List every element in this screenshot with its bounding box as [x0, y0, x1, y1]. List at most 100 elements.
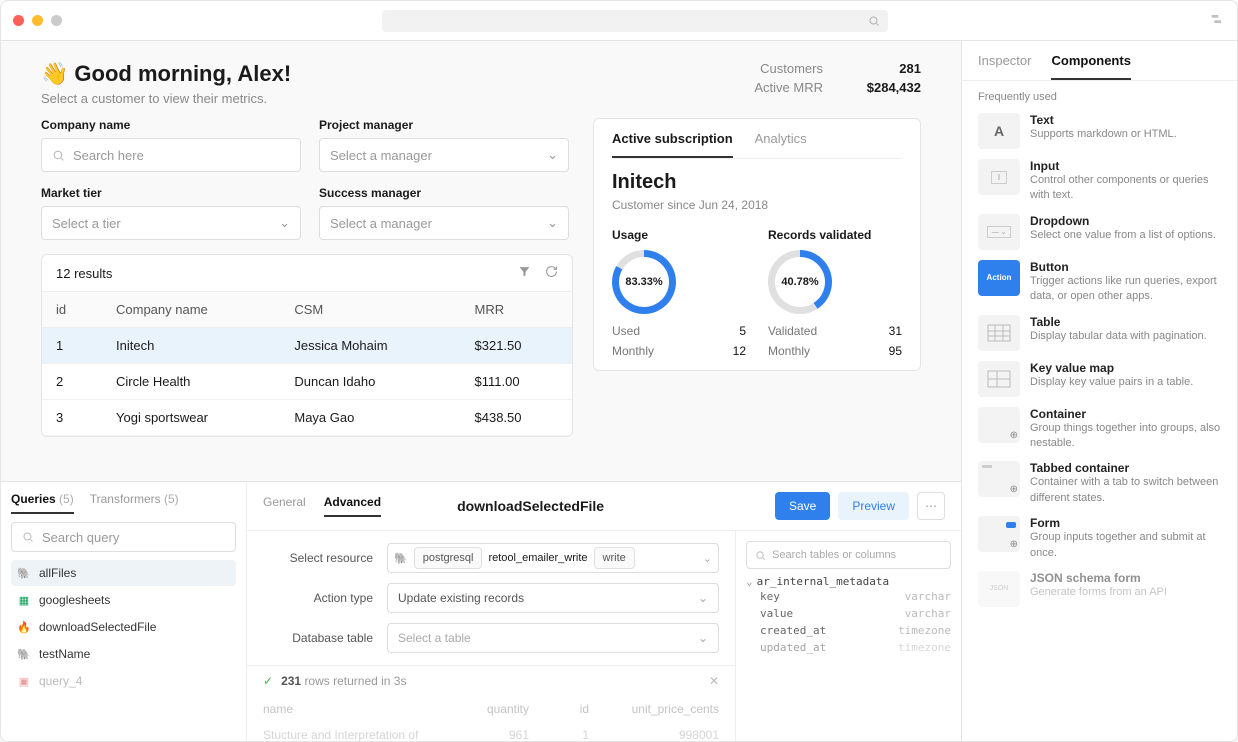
rcell-name: Stucture and Interpretation of Computer …	[263, 728, 449, 741]
component-input[interactable]: I InputControl other components or queri…	[978, 159, 1221, 204]
comp-desc: Select one value from a list of options.	[1030, 228, 1216, 243]
chevron-down-icon: ⌄	[698, 631, 708, 645]
customers-table: id Company name CSM MRR 1 Initech	[42, 292, 572, 436]
maximize-window[interactable]	[51, 15, 62, 26]
comp-desc: Group things together into groups, also …	[1030, 421, 1221, 452]
more-button[interactable]: ⋯	[917, 492, 945, 520]
tab-queries[interactable]: Queries (5)	[11, 492, 74, 514]
chevron-down-icon: ⌄	[547, 215, 558, 231]
table-row[interactable]: 2 Circle Health Duncan Idaho $111.00	[42, 364, 572, 400]
firebase-icon: 🔥	[17, 620, 31, 634]
records-donut: 40.78%	[768, 250, 832, 314]
schema-table-node[interactable]: ⌄ ar_internal_metadata	[746, 575, 951, 588]
filter-icon[interactable]	[518, 265, 531, 281]
filters: Company name Search here Market tier	[41, 118, 573, 240]
component-json-schema-form[interactable]: JSON JSON schema formGenerate forms from…	[978, 571, 1221, 607]
tab-general[interactable]: General	[263, 495, 306, 517]
table-row[interactable]: 1 Initech Jessica Mohaim $321.50	[42, 328, 572, 364]
resource-label: Select resource	[263, 551, 373, 565]
resource-select[interactable]: 🐘 postgresql retool_emailer_write write …	[387, 543, 719, 573]
pm-label: Project manager	[319, 118, 569, 132]
section-frequently-used: Frequently used	[962, 81, 1237, 113]
close-results-icon[interactable]: ✕	[709, 674, 719, 688]
validated-value: 31	[889, 324, 902, 338]
component-tabbed-container[interactable]: ⊕ Tabbed containerContainer with a tab t…	[978, 461, 1221, 506]
query-search-placeholder: Search query	[42, 530, 119, 545]
query-item-downloadselectedfile[interactable]: 🔥 downloadSelectedFile	[11, 614, 236, 640]
query-item-testname[interactable]: 🐘 testName	[11, 641, 236, 667]
global-search[interactable]	[382, 10, 888, 32]
project-manager-select[interactable]: Select a manager ⌄	[319, 138, 569, 172]
action-type-label: Action type	[263, 591, 373, 605]
query-item-label: allFiles	[39, 566, 76, 580]
save-button[interactable]: Save	[775, 492, 830, 520]
market-tier-select[interactable]: Select a tier ⌄	[41, 206, 301, 240]
company-name-label: Company name	[41, 118, 301, 132]
app-window: 👋 Good morning, Alex! Select a customer …	[0, 0, 1238, 742]
records-monthly-value: 95	[889, 344, 902, 358]
search-icon	[52, 149, 65, 162]
company-name-input[interactable]: Search here	[41, 138, 301, 172]
greeting-text: Good morning, Alex!	[74, 61, 291, 87]
tab-advanced[interactable]: Advanced	[324, 495, 381, 517]
component-form[interactable]: ⊕ FormGroup inputs together and submit a…	[978, 516, 1221, 561]
col-csm[interactable]: CSM	[280, 292, 460, 328]
tab-inspector[interactable]: Inspector	[978, 53, 1031, 80]
rcell-quantity: 961	[449, 728, 529, 741]
query-editor: General Advanced downloadSelectedFile Sa…	[247, 482, 961, 741]
component-text[interactable]: A TextSupports markdown or HTML.	[978, 113, 1221, 149]
input-icon: I	[978, 159, 1020, 195]
tab-analytics[interactable]: Analytics	[755, 131, 807, 158]
tab-components[interactable]: Components	[1051, 53, 1130, 80]
usage-gauge: Usage 83.33% Used5 Monthly12	[612, 228, 746, 358]
tabbed-container-icon: ⊕	[978, 461, 1020, 497]
schema-col[interactable]: keyvarchar	[746, 588, 951, 605]
schema-col[interactable]: valuevarchar	[746, 605, 951, 622]
query-item-allfiles[interactable]: 🐘 allFiles	[11, 560, 236, 586]
close-window[interactable]	[13, 15, 24, 26]
component-keyvalue[interactable]: Key value mapDisplay key value pairs in …	[978, 361, 1221, 397]
schema-search[interactable]: Search tables or columns	[746, 541, 951, 569]
chevron-down-icon: ⌄	[698, 591, 708, 605]
db-table-select[interactable]: Select a table ⌄	[387, 623, 719, 653]
col-company[interactable]: Company name	[102, 292, 280, 328]
tab-active-subscription[interactable]: Active subscription	[612, 131, 733, 158]
component-button[interactable]: Action ButtonTrigger actions like run qu…	[978, 260, 1221, 305]
schema-col[interactable]: updated_attimezone	[746, 639, 951, 656]
comp-title: Tabbed container	[1030, 461, 1221, 475]
tab-transformers[interactable]: Transformers (5)	[90, 492, 179, 514]
cell-company: Initech	[102, 328, 280, 364]
col-mrr[interactable]: MRR	[461, 292, 572, 328]
results-preview: name quantity id unit_price_cents Stuctu…	[247, 696, 735, 741]
query-item-label: query_4	[39, 674, 82, 688]
query-search[interactable]: Search query	[11, 522, 236, 552]
comp-desc: Control other components or queries with…	[1030, 173, 1221, 204]
table-row[interactable]: 3 Yogi sportswear Maya Gao $438.50	[42, 400, 572, 436]
action-type-select[interactable]: Update existing records ⌄	[387, 583, 719, 613]
component-dropdown[interactable]: — ⌄ DropdownSelect one value from a list…	[978, 214, 1221, 250]
chevron-down-icon: ⌄	[279, 215, 290, 231]
preview-button[interactable]: Preview	[838, 492, 909, 520]
rcol-unit-price: unit_price_cents	[589, 702, 719, 716]
usage-title: Usage	[612, 228, 746, 242]
titlebar-menu-icon[interactable]	[1209, 11, 1225, 30]
validated-label: Validated	[768, 324, 817, 338]
sheets-icon: ▦	[17, 593, 31, 607]
comp-desc: Display tabular data with pagination.	[1030, 329, 1207, 344]
query-sidebar: Queries (5) Transformers (5) Search quer…	[1, 482, 247, 741]
comp-title: Input	[1030, 159, 1221, 173]
component-container[interactable]: ⊕ ContainerGroup things together into gr…	[978, 407, 1221, 452]
minimize-window[interactable]	[32, 15, 43, 26]
tier-placeholder: Select a tier	[52, 216, 121, 231]
refresh-icon[interactable]	[545, 265, 558, 281]
query-item-googlesheets[interactable]: ▦ googlesheets	[11, 587, 236, 613]
schema-table-name: ar_internal_metadata	[757, 575, 889, 588]
col-id[interactable]: id	[42, 292, 102, 328]
schema-col[interactable]: created_attimezone	[746, 622, 951, 639]
dashboard: 👋 Good morning, Alex! Select a customer …	[1, 41, 961, 481]
success-manager-select[interactable]: Select a manager ⌄	[319, 206, 569, 240]
component-table[interactable]: TableDisplay tabular data with paginatio…	[978, 315, 1221, 351]
cell-id: 3	[42, 400, 102, 436]
usage-monthly-value: 12	[733, 344, 746, 358]
query-item-query4[interactable]: ▣ query_4	[11, 668, 236, 694]
